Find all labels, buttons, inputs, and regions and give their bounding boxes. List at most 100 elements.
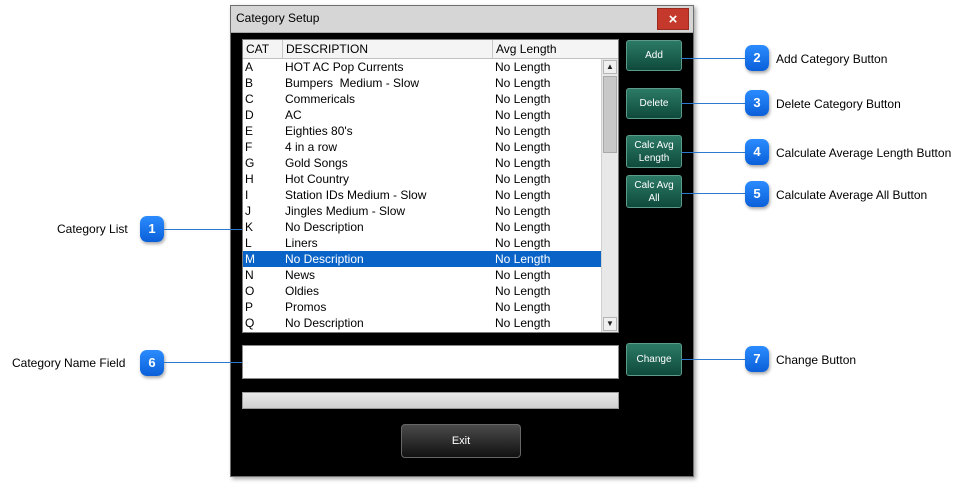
column-header-description[interactable]: DESCRIPTION: [283, 40, 493, 58]
row-avg-length-cell: No Length: [495, 220, 551, 234]
calc-avg-all-button[interactable]: Calc Avg All: [626, 175, 682, 208]
list-header: CAT DESCRIPTION Avg Length: [243, 40, 618, 59]
row-description-cell: Commericals: [285, 92, 356, 106]
row-cat-cell: M: [245, 252, 255, 266]
row-cat-cell: B: [245, 76, 254, 90]
callout-badge-4: 4: [745, 139, 769, 165]
row-description-cell: Eighties 80's: [285, 124, 353, 138]
calc-avg-length-label-line2: Length: [638, 152, 670, 164]
arrow-up-icon: ▲: [606, 62, 614, 71]
arrow-down-icon: ▼: [606, 319, 614, 328]
exit-button[interactable]: Exit: [401, 424, 521, 458]
callout-badge-6: 6: [140, 350, 164, 376]
table-row[interactable]: M No Description No Length: [243, 251, 601, 267]
callout-badge-7: 7: [745, 346, 769, 372]
table-row[interactable]: Q No Description No Length: [243, 315, 601, 331]
add-button-label: Add: [645, 50, 663, 61]
callout-line-6: [164, 362, 242, 363]
calc-avg-length-button[interactable]: Calc Avg Length: [626, 135, 682, 168]
table-row[interactable]: J Jingles Medium - Slow No Length: [243, 203, 601, 219]
close-button[interactable]: ×: [657, 8, 689, 30]
row-cat-cell: K: [245, 220, 254, 234]
row-description-cell: Liners: [285, 236, 318, 250]
row-avg-length-cell: No Length: [495, 156, 551, 170]
table-row[interactable]: F 4 in a row No Length: [243, 139, 601, 155]
exit-button-label: Exit: [451, 435, 471, 447]
table-row[interactable]: D AC No Length: [243, 107, 601, 123]
list-scrollbar[interactable]: ▲ ▼: [601, 59, 618, 332]
row-avg-length-cell: No Length: [495, 252, 551, 266]
delete-button-label: Delete: [639, 98, 669, 109]
row-avg-length-cell: No Length: [495, 204, 551, 218]
callout-badge-5: 5: [745, 181, 769, 207]
table-row[interactable]: I Station IDs Medium - Slow No Length: [243, 187, 601, 203]
row-cat-cell: Q: [245, 316, 255, 330]
scroll-down-button[interactable]: ▼: [603, 317, 617, 331]
table-row[interactable]: E Eighties 80's No Length: [243, 123, 601, 139]
row-description-cell: 4 in a row: [285, 140, 338, 154]
row-description-cell: HOT AC Pop Currents: [285, 60, 404, 74]
list-rows: A HOT AC Pop Currents No Length B Bumpers Me…: [243, 59, 601, 331]
row-avg-length-cell: No Length: [495, 108, 551, 122]
table-row[interactable]: A HOT AC Pop Currents No Length: [243, 59, 601, 75]
callout-badge-3: 3: [745, 90, 769, 116]
scroll-up-button[interactable]: ▲: [603, 60, 617, 74]
table-row[interactable]: B Bumpers Medium - Slow No Length: [243, 75, 601, 91]
callout-badge-1: 1: [140, 216, 164, 242]
table-row[interactable]: O Oldies No Length: [243, 283, 601, 299]
scroll-thumb[interactable]: [603, 76, 617, 153]
callout-line-4: [681, 152, 745, 153]
title-bar[interactable]: Category Setup ×: [231, 6, 693, 33]
column-header-cat[interactable]: CAT: [243, 40, 283, 58]
callout-line-2: [681, 58, 745, 59]
table-row[interactable]: N News No Length: [243, 267, 601, 283]
callout-label-1: Category List: [57, 222, 128, 236]
category-list[interactable]: CAT DESCRIPTION Avg Length A HOT AC Pop C…: [242, 39, 619, 333]
add-button[interactable]: Add: [626, 40, 682, 71]
row-description-cell: Oldies: [285, 284, 320, 298]
row-avg-length-cell: No Length: [495, 300, 551, 314]
category-name-field[interactable]: [242, 345, 619, 379]
column-header-avg-length[interactable]: Avg Length: [493, 40, 618, 58]
row-cat-cell: I: [245, 188, 249, 202]
category-setup-window: Category Setup × CAT DESCRIPTION Avg Len…: [230, 5, 694, 477]
progress-bar: [242, 392, 619, 409]
table-row[interactable]: K No Description No Length: [243, 219, 601, 235]
row-cat-cell: H: [245, 172, 254, 186]
row-cat-cell: O: [245, 284, 255, 298]
row-avg-length-cell: No Length: [495, 268, 551, 282]
delete-button[interactable]: Delete: [626, 88, 682, 119]
table-row[interactable]: H Hot Country No Length: [243, 171, 601, 187]
table-row[interactable]: P Promos No Length: [243, 299, 601, 315]
row-description-cell: No Description: [285, 252, 364, 266]
calc-avg-all-label-line2: All: [648, 192, 660, 204]
table-row[interactable]: C Commericals No Length: [243, 91, 601, 107]
row-description-cell: No Description: [285, 316, 364, 330]
table-row[interactable]: L Liners No Length: [243, 235, 601, 251]
row-cat-cell: C: [245, 92, 254, 106]
row-cat-cell: P: [245, 300, 254, 314]
row-avg-length-cell: No Length: [495, 60, 551, 74]
row-description-cell: Promos: [285, 300, 327, 314]
change-button[interactable]: Change: [626, 343, 682, 376]
row-description-cell: AC: [285, 108, 302, 122]
row-cat-cell: E: [245, 124, 254, 138]
row-description-cell: Gold Songs: [285, 156, 348, 170]
row-description-cell: Station IDs Medium - Slow: [285, 188, 427, 202]
row-avg-length-cell: No Length: [495, 172, 551, 186]
callout-line-3: [681, 103, 745, 104]
callout-label-6: Category Name Field: [12, 356, 126, 370]
row-cat-cell: A: [245, 60, 254, 74]
row-cat-cell: N: [245, 268, 254, 282]
row-cat-cell: J: [245, 204, 251, 218]
callout-label-5: Calculate Average All Button: [776, 188, 928, 202]
table-row[interactable]: G Gold Songs No Length: [243, 155, 601, 171]
row-description-cell: Hot Country: [285, 172, 350, 186]
row-avg-length-cell: No Length: [495, 76, 551, 90]
calc-avg-all-label-line1: Calc Avg: [634, 179, 674, 191]
row-description-cell: Jingles Medium - Slow: [285, 204, 406, 218]
callout-label-2: Add Category Button: [776, 52, 888, 66]
row-cat-cell: G: [245, 156, 255, 170]
change-button-label: Change: [636, 354, 672, 365]
row-cat-cell: L: [245, 236, 252, 250]
